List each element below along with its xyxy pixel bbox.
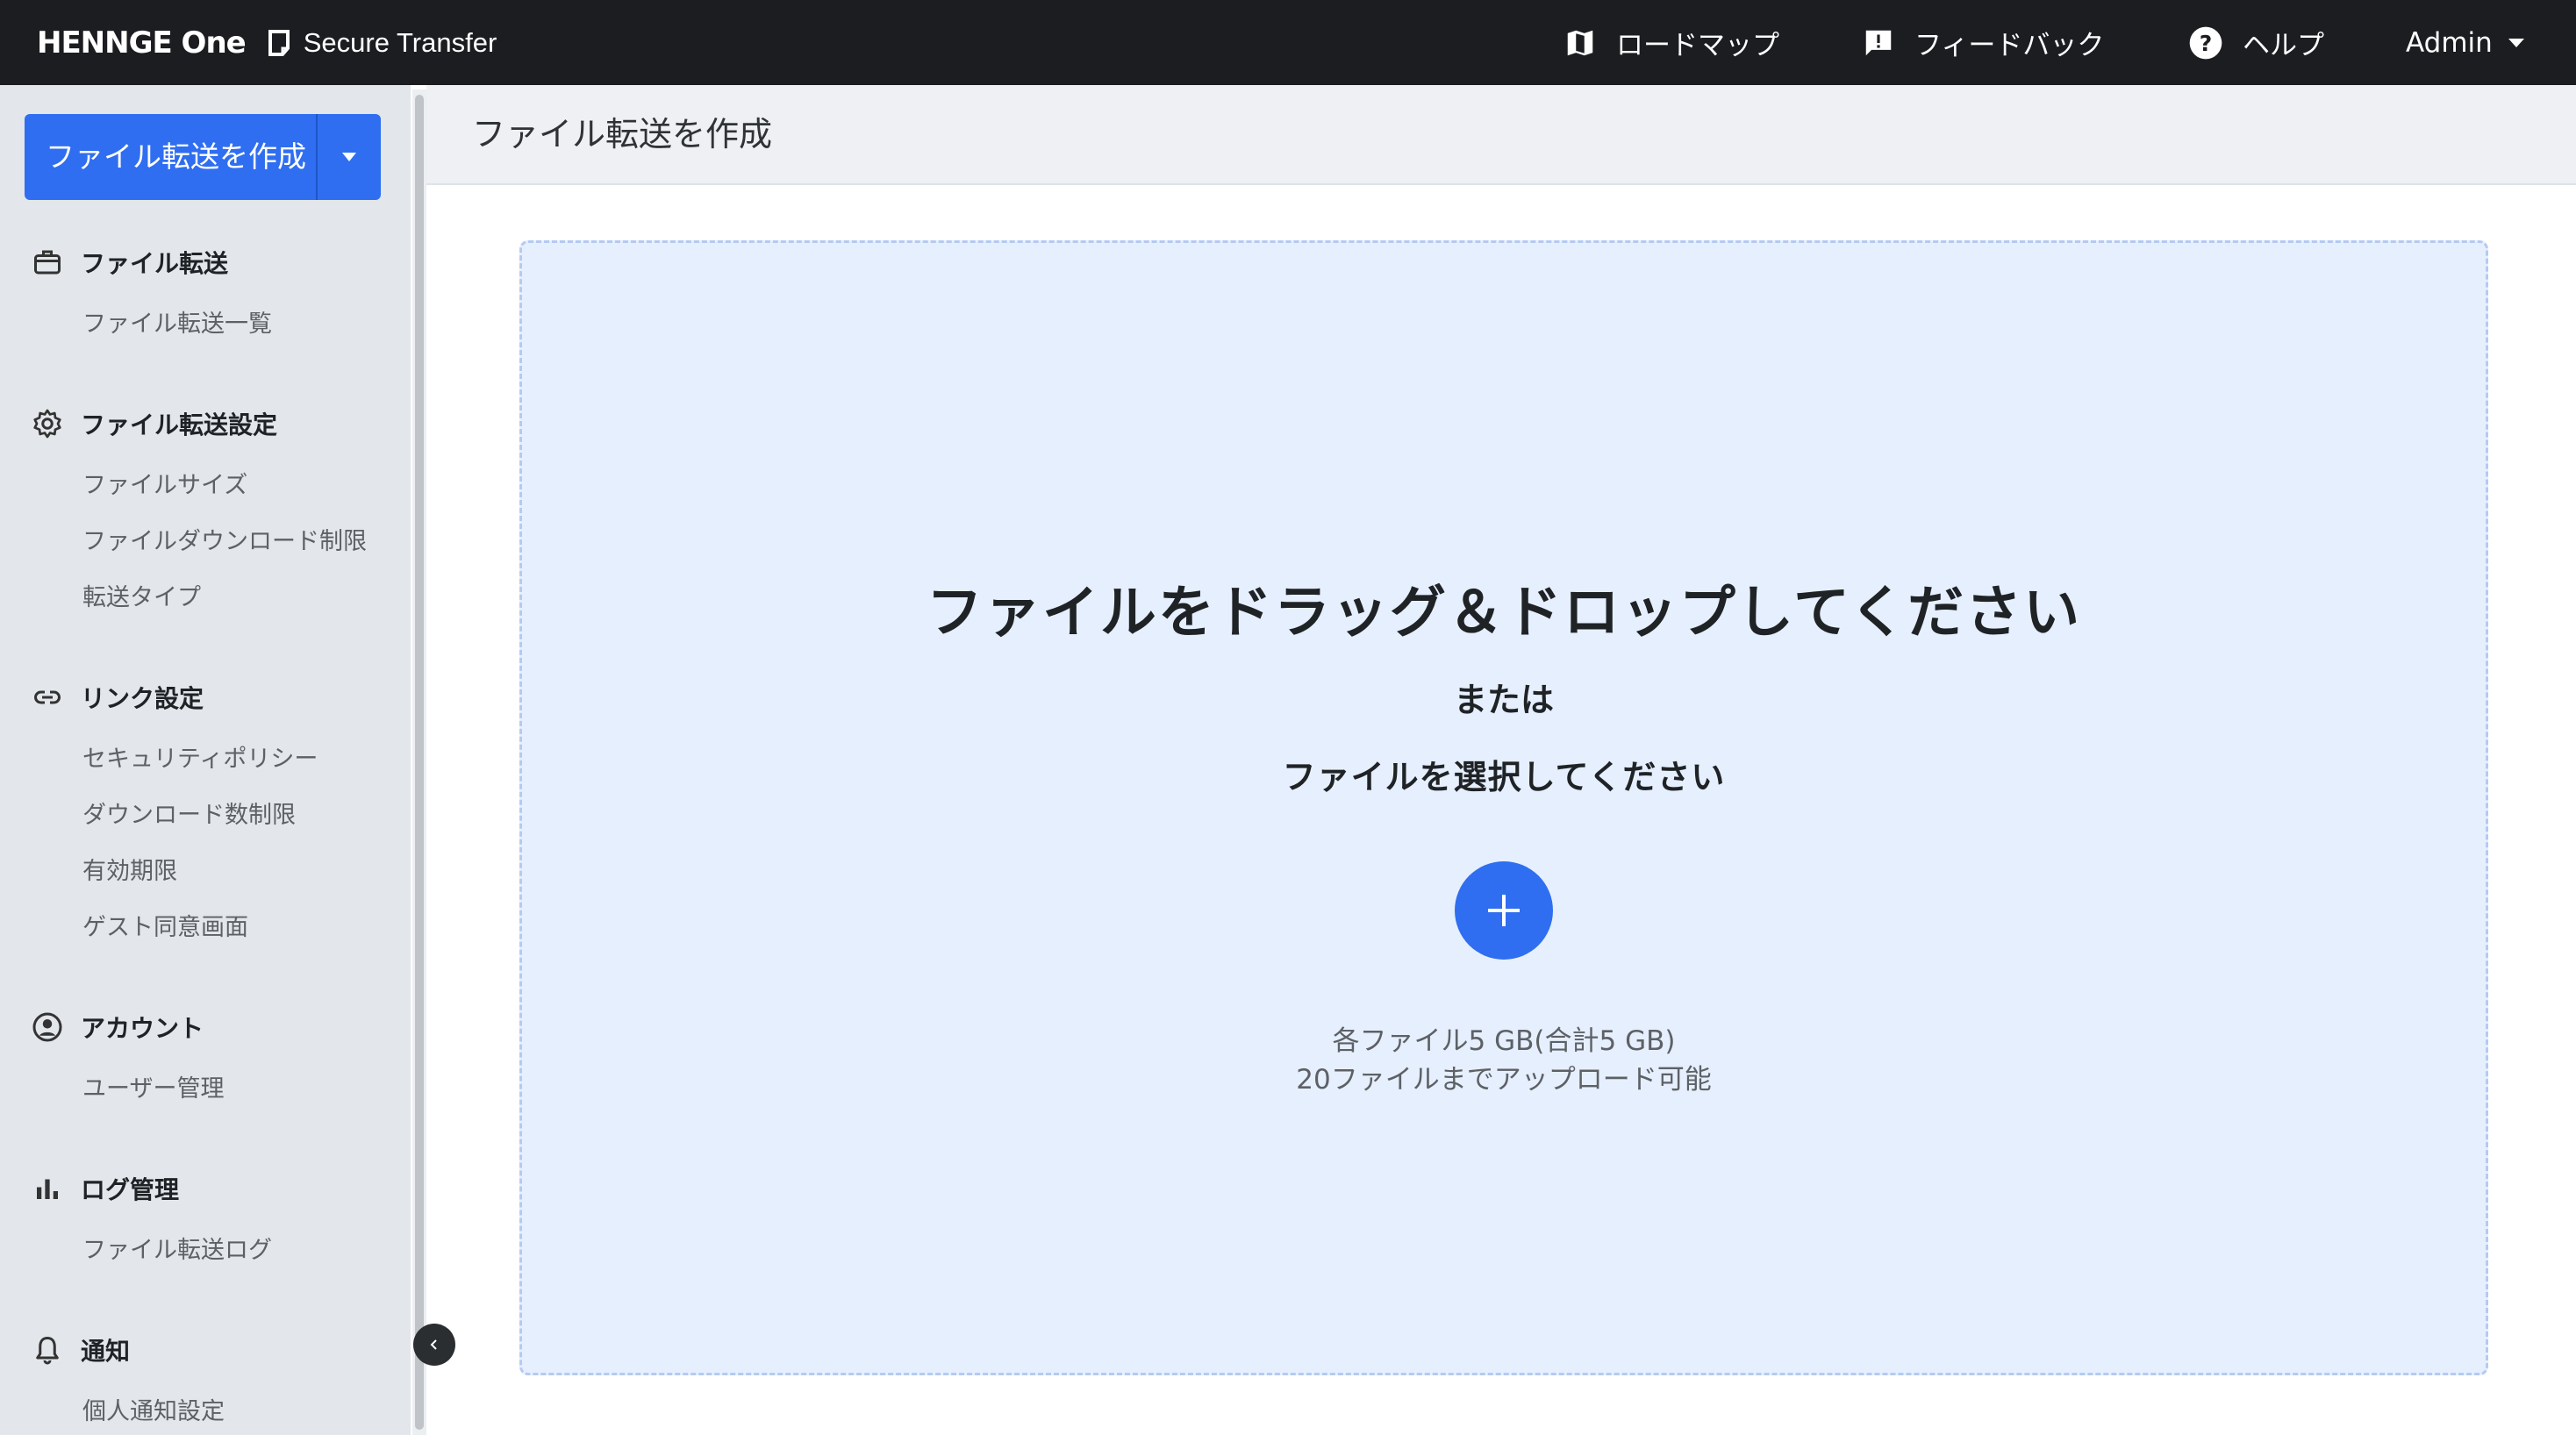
nav-item-personal-notification[interactable]: 個人通知設定 xyxy=(82,1392,225,1426)
brand[interactable]: HENNGE One Secure Transfer xyxy=(37,0,497,85)
briefcase-icon xyxy=(34,250,61,275)
nav-item-download-restriction[interactable]: ファイルダウンロード制限 xyxy=(82,522,367,556)
plus-icon xyxy=(1488,895,1520,926)
nav-item-guest-consent[interactable]: ゲスト同意画面 xyxy=(82,908,248,942)
bell-icon xyxy=(36,1337,59,1365)
bar-chart-icon xyxy=(37,1179,58,1199)
nav-section-account: アカウント xyxy=(32,1010,204,1045)
top-bar: HENNGE One Secure Transfer ロードマップ フィードバッ… xyxy=(0,0,2576,85)
dropzone-heading: ファイルをドラッグ＆ドロップしてください xyxy=(926,581,2082,646)
create-transfer-label: ファイル転送を作成 xyxy=(46,139,306,174)
caret-down-icon xyxy=(342,153,356,161)
count-limit-note: 20ファイルまでアップロード可能 xyxy=(1296,1064,1712,1096)
product-name: Secure Transfer xyxy=(303,26,497,58)
nav-section-transfer-settings: ファイル転送設定 xyxy=(32,406,277,441)
nav-section-title: ログ管理 xyxy=(81,1175,180,1204)
link-icon xyxy=(34,690,61,704)
create-transfer-button[interactable]: ファイル転送を作成 xyxy=(25,114,381,200)
sidebar: ファイル転送を作成 ファイル転送 ファイル転送一覧 ファイル転送設定 ファイルサ… xyxy=(0,85,411,1435)
map-icon xyxy=(1567,30,1593,55)
roadmap-link[interactable]: ロードマップ xyxy=(1563,0,1779,85)
gear-icon xyxy=(33,409,61,439)
feedback-link[interactable]: フィードバック xyxy=(1862,0,2104,85)
nav-section-link-settings: リンク設定 xyxy=(32,680,204,715)
svg-text:?: ? xyxy=(2200,31,2213,56)
secure-transfer-icon xyxy=(267,29,291,57)
help-icon: ? xyxy=(2189,26,2222,59)
nav-item-user-management[interactable]: ユーザー管理 xyxy=(82,1069,224,1103)
nav-item-security-policy[interactable]: セキュリティポリシー xyxy=(82,739,318,774)
page-title: ファイル転送を作成 xyxy=(472,115,773,153)
dropzone-or: または xyxy=(1453,681,1554,719)
nav-section-file-transfer: ファイル転送 xyxy=(32,245,228,280)
add-file-button[interactable] xyxy=(1455,861,1553,960)
page-header: ファイル転送を作成 xyxy=(426,85,2576,185)
nav-item-transfer-list[interactable]: ファイル転送一覧 xyxy=(82,304,272,339)
user-name: Admin xyxy=(2406,26,2493,59)
dropzone-select-text: ファイルを選択してください xyxy=(1282,758,1726,796)
roadmap-label: ロードマップ xyxy=(1616,30,1779,61)
nav-section-title: 通知 xyxy=(81,1337,131,1366)
nav-section-notification: 通知 xyxy=(32,1332,130,1367)
nav-section-title: リンク設定 xyxy=(81,684,204,713)
create-dropdown-toggle[interactable] xyxy=(318,114,381,200)
help-label: ヘルプ xyxy=(2243,30,2324,61)
chevron-left-icon xyxy=(430,1339,437,1350)
nav-item-expiration[interactable]: 有効期限 xyxy=(82,852,177,886)
help-link[interactable]: ? ヘルプ xyxy=(2188,0,2324,85)
file-dropzone[interactable]: ファイルをドラッグ＆ドロップしてください または ファイルを選択してください 各… xyxy=(519,240,2488,1375)
feedback-icon xyxy=(1865,30,1892,55)
size-limit-note: 各ファイル5 GB(合計5 GB) xyxy=(1332,1025,1676,1057)
scrollbar-thumb[interactable] xyxy=(415,95,424,1430)
nav-section-title: ファイル転送設定 xyxy=(81,411,278,439)
nav-section-log: ログ管理 xyxy=(32,1171,179,1206)
nav-item-transfer-type[interactable]: 転送タイプ xyxy=(82,578,201,612)
sidebar-scrollbar[interactable] xyxy=(412,89,426,1435)
nav-section-title: アカウント xyxy=(81,1014,204,1043)
feedback-label: フィードバック xyxy=(1914,30,2105,61)
caret-down-icon xyxy=(2508,38,2524,47)
nav-item-download-count[interactable]: ダウンロード数制限 xyxy=(82,796,296,830)
nav-item-transfer-log[interactable]: ファイル転送ログ xyxy=(82,1231,272,1265)
brand-logo: HENNGE One xyxy=(37,25,247,61)
nav-item-file-size[interactable]: ファイルサイズ xyxy=(82,466,247,500)
user-menu[interactable]: Admin xyxy=(2406,0,2526,85)
nav-section-title: ファイル転送 xyxy=(81,249,229,278)
account-icon xyxy=(32,1012,62,1042)
sidebar-collapse-button[interactable] xyxy=(413,1324,455,1366)
